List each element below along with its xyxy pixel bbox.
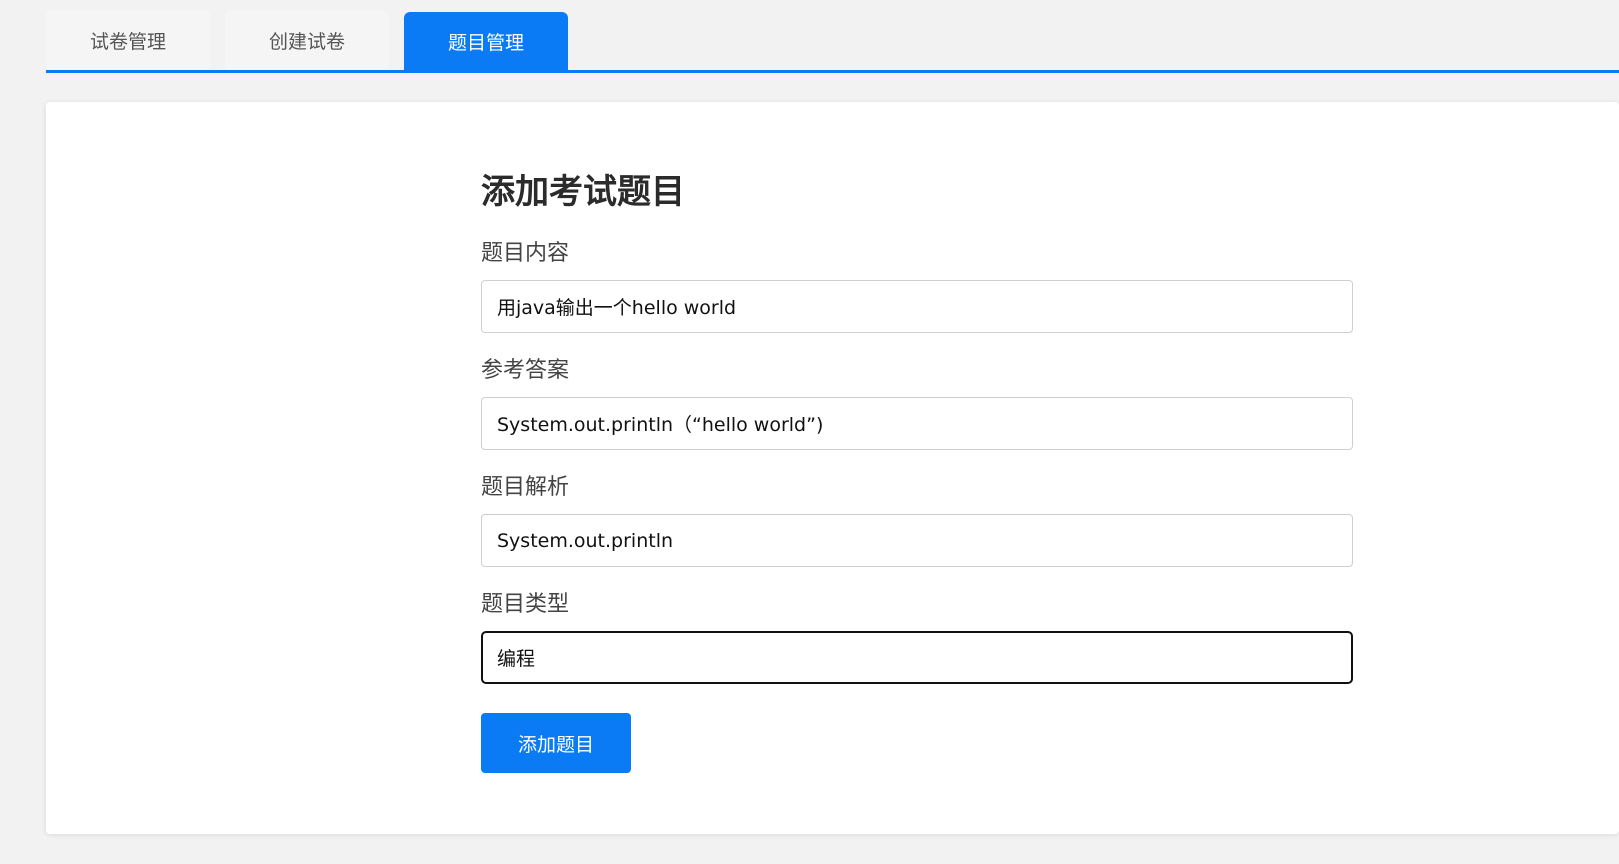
tab-exam-management[interactable]: 试卷管理: [46, 10, 210, 70]
tab-question-management[interactable]: 题目管理: [404, 12, 568, 70]
add-question-button[interactable]: 添加题目: [481, 713, 631, 773]
question-type-input[interactable]: [481, 631, 1353, 684]
tab-bar: 试卷管理 创建试卷 题目管理: [46, 10, 1619, 70]
question-analysis-input[interactable]: [481, 514, 1353, 567]
reference-answer-input[interactable]: [481, 397, 1353, 450]
question-analysis-label: 题目解析: [481, 475, 570, 500]
question-content-label: 题目内容: [481, 241, 570, 266]
tab-underline: [46, 70, 1619, 73]
content-panel: 添加考试题目 题目内容 参考答案 题目解析 题目类型 添加题目: [46, 102, 1619, 834]
question-type-label: 题目类型: [481, 592, 570, 617]
form-title: 添加考试题目: [481, 172, 685, 212]
question-content-input[interactable]: [481, 280, 1353, 333]
add-question-form: 添加考试题目 题目内容 参考答案 题目解析 题目类型 添加题目: [481, 168, 1353, 773]
tab-create-exam[interactable]: 创建试卷: [225, 10, 389, 70]
reference-answer-label: 参考答案: [481, 358, 570, 383]
